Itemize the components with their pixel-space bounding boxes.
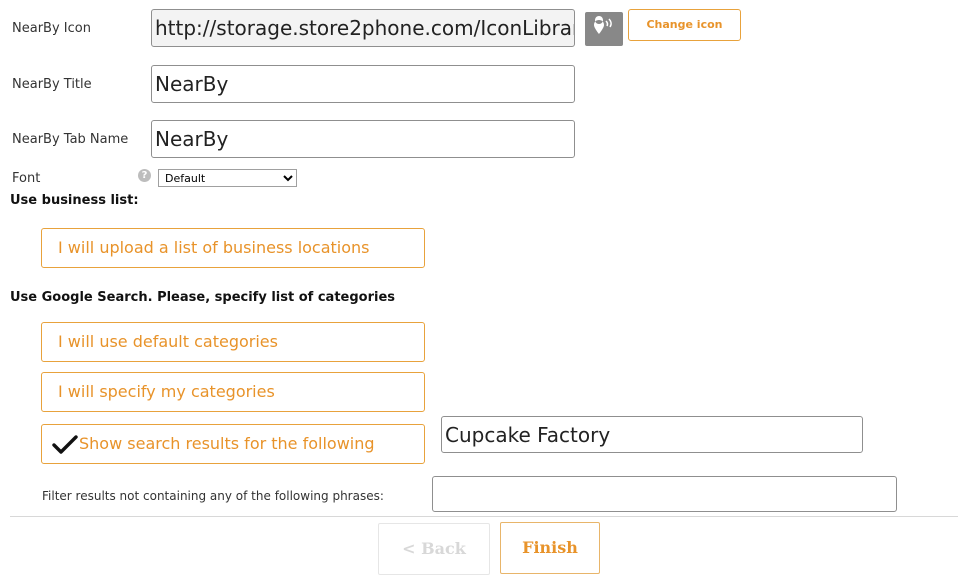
change-icon-button[interactable]: Change icon: [628, 9, 741, 41]
nearby-icon-preview: [585, 12, 623, 46]
back-button[interactable]: < Back: [378, 523, 490, 575]
location-pin-icon: [594, 16, 612, 34]
show-search-results-label: Show search results for the following: [79, 434, 375, 453]
upload-business-list-option[interactable]: I will upload a list of business locatio…: [41, 228, 425, 268]
nearby-tab-name-label: NearBy Tab Name: [12, 132, 129, 147]
default-categories-option[interactable]: I will use default categories: [41, 322, 425, 362]
search-results-field[interactable]: Cupcake Factory: [441, 416, 863, 453]
checkmark-icon: [52, 434, 78, 454]
font-label: Font: [12, 171, 41, 186]
nearby-tab-name-field[interactable]: NearBy: [151, 120, 575, 158]
finish-button[interactable]: Finish: [500, 522, 600, 574]
filter-phrases-field[interactable]: [432, 476, 897, 512]
business-list-heading: Use business list:: [10, 193, 139, 208]
google-search-heading: Use Google Search. Please, specify list …: [10, 290, 396, 305]
specify-categories-option[interactable]: I will specify my categories: [41, 372, 425, 412]
nearby-title-field[interactable]: NearBy: [151, 65, 575, 103]
font-select[interactable]: Default: [158, 169, 297, 187]
help-icon[interactable]: ?: [138, 169, 151, 182]
footer-divider: [10, 516, 958, 517]
nearby-icon-label: NearBy Icon: [12, 21, 91, 36]
nearby-title-label: NearBy Title: [12, 77, 92, 92]
filter-label: Filter results not containing any of the…: [42, 489, 384, 503]
icon-url-field[interactable]: http://storage.store2phone.com/IconLibra…: [151, 9, 575, 47]
show-search-results-option[interactable]: Show search results for the following: [41, 424, 425, 464]
